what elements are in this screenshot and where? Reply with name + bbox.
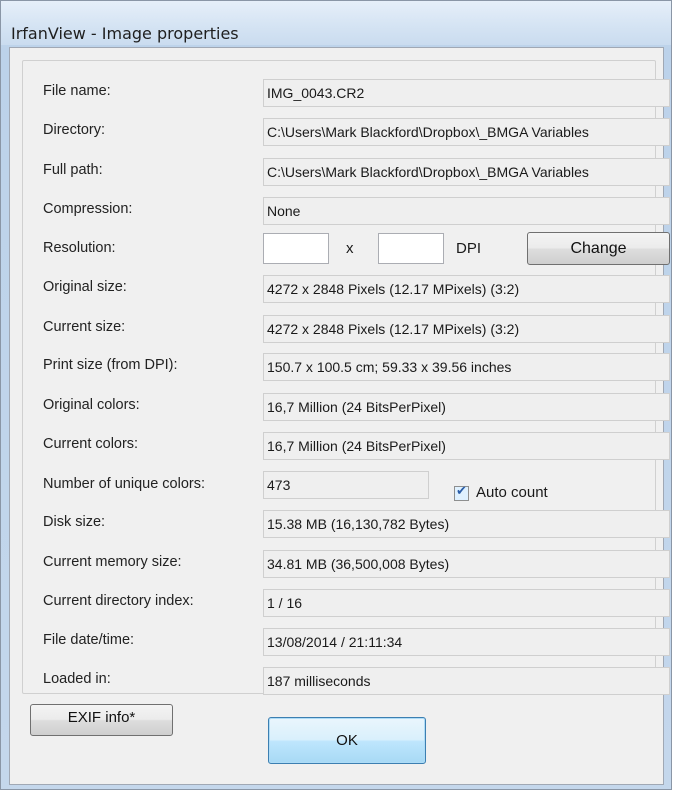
current-colors-label: Current colors: (43, 436, 139, 452)
disk-size-label: Disk size: (43, 514, 106, 530)
resolution-y-input[interactable] (378, 233, 444, 264)
current-size-label: Current size: (43, 319, 126, 335)
original-colors-label: Original colors: (43, 397, 140, 413)
memory-size-field[interactable]: 34.81 MB (36,500,008 Bytes) (263, 550, 670, 578)
print-size-field[interactable]: 150.7 x 100.5 cm; 59.33 x 39.56 inches (263, 353, 670, 381)
file-name-field[interactable]: IMG_0043.CR2 (263, 79, 670, 107)
current-colors-field[interactable]: 16,7 Million (24 BitsPerPixel) (263, 432, 670, 460)
dialog-body: File name: IMG_0043.CR2 Directory: C:\Us… (9, 47, 670, 785)
unique-colors-label: Number of unique colors: (43, 476, 205, 492)
print-size-label: Print size (from DPI): (43, 357, 178, 373)
title-bar[interactable]: IrfanView - Image properties (1, 1, 671, 45)
change-button[interactable]: Change (527, 232, 670, 265)
file-datetime-field[interactable]: 13/08/2014 / 21:11:34 (263, 628, 670, 656)
file-name-label: File name: (43, 83, 111, 99)
memory-size-label: Current memory size: (43, 554, 182, 570)
auto-count-label[interactable]: Auto count (476, 484, 548, 501)
resolution-separator: x (346, 240, 354, 257)
dpi-unit-label: DPI (456, 240, 482, 257)
original-size-field[interactable]: 4272 x 2848 Pixels (12.17 MPixels) (3:2) (263, 275, 670, 303)
compression-field[interactable]: None (263, 197, 670, 225)
window-title: IrfanView - Image properties (11, 24, 239, 43)
ok-button[interactable]: OK (268, 717, 426, 764)
loaded-in-field[interactable]: 187 milliseconds (263, 667, 670, 695)
checkmark-icon: ✔ (456, 484, 467, 499)
resolution-label: Resolution: (43, 240, 116, 256)
auto-count-checkbox[interactable]: ✔ (454, 484, 469, 501)
directory-index-label: Current directory index: (43, 593, 194, 609)
exif-info-button[interactable]: EXIF info* (30, 704, 173, 736)
properties-group: File name: IMG_0043.CR2 Directory: C:\Us… (22, 60, 670, 695)
directory-field[interactable]: C:\Users\Mark Blackford\Dropbox\_BMGA Va… (263, 118, 670, 146)
original-size-label: Original size: (43, 279, 127, 295)
resolution-x-input[interactable] (263, 233, 329, 264)
directory-index-field[interactable]: 1 / 16 (263, 589, 670, 617)
compression-label: Compression: (43, 201, 133, 217)
image-properties-window: IrfanView - Image properties File name: … (0, 0, 672, 790)
disk-size-field[interactable]: 15.38 MB (16,130,782 Bytes) (263, 510, 670, 538)
file-datetime-label: File date/time: (43, 632, 135, 648)
unique-colors-field[interactable]: 473 (263, 471, 429, 499)
original-colors-field[interactable]: 16,7 Million (24 BitsPerPixel) (263, 393, 670, 421)
directory-label: Directory: (43, 122, 106, 138)
loaded-in-label: Loaded in: (43, 671, 111, 687)
full-path-field[interactable]: C:\Users\Mark Blackford\Dropbox\_BMGA Va… (263, 158, 670, 186)
full-path-label: Full path: (43, 162, 103, 178)
current-size-field[interactable]: 4272 x 2848 Pixels (12.17 MPixels) (3:2) (263, 315, 670, 343)
